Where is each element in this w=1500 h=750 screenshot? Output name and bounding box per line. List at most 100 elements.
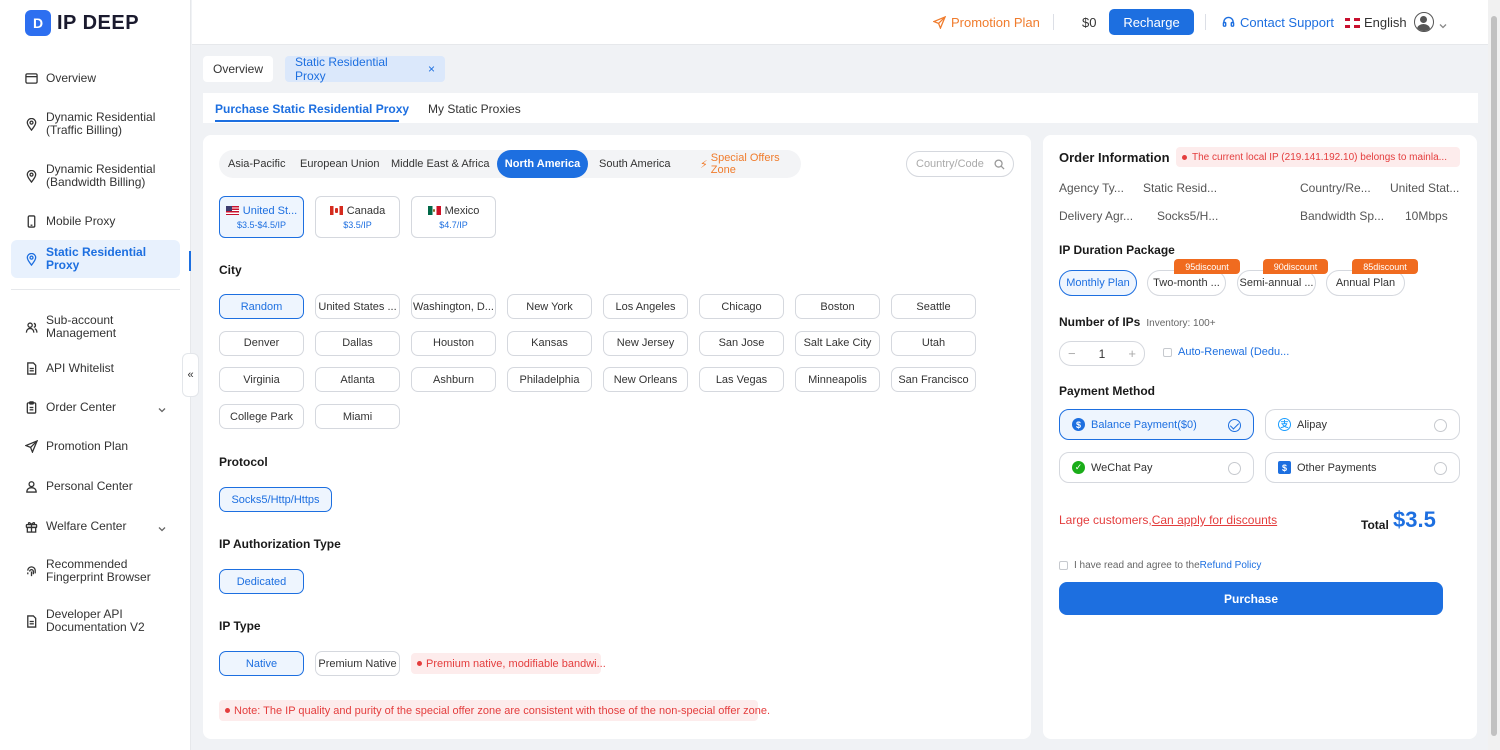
sidebar-item-fingerprint-browser[interactable]: Recommended Fingerprint Browser bbox=[11, 546, 180, 596]
city-option[interactable]: Utah bbox=[891, 330, 976, 356]
city-option[interactable]: Seattle bbox=[891, 294, 976, 319]
radio-icon[interactable] bbox=[1434, 462, 1447, 475]
sidebar-item-dynamic-bandwidth[interactable]: Dynamic Residential (Bandwidth Billing) bbox=[11, 150, 180, 202]
logo[interactable]: D IP DEEP bbox=[25, 10, 139, 36]
purchase-button[interactable]: Purchase bbox=[1059, 582, 1443, 615]
increment-button[interactable]: + bbox=[1128, 346, 1136, 361]
uk-flag-icon bbox=[1345, 17, 1360, 28]
order-info-panel: Order Information The current local IP (… bbox=[1043, 135, 1477, 739]
city-option[interactable]: San Jose bbox=[699, 330, 784, 356]
tab-static-residential-proxy[interactable]: Static Residential Proxy × bbox=[285, 55, 445, 83]
quantity-value[interactable]: 1 bbox=[1099, 347, 1106, 361]
payment-label: Other Payments bbox=[1297, 461, 1377, 474]
agreement-checkbox[interactable]: I have read and agree to theRefund Polic… bbox=[1059, 560, 1261, 571]
collapse-sidebar-button[interactable]: « bbox=[182, 353, 199, 397]
country-card-mexico[interactable]: Mexico $4.7/IP bbox=[411, 196, 496, 238]
quantity-stepper[interactable]: − 1 + bbox=[1059, 341, 1145, 366]
region-european-union[interactable]: European Union bbox=[300, 150, 380, 178]
city-option[interactable]: New Orleans bbox=[603, 367, 688, 393]
payment-wechat[interactable]: ✓ WeChat Pay bbox=[1059, 452, 1254, 483]
sidebar-item-order-center[interactable]: Order Center bbox=[11, 387, 180, 427]
avatar[interactable] bbox=[1414, 12, 1434, 32]
city-option[interactable]: Denver bbox=[219, 330, 304, 356]
sidebar-item-promotion-plan[interactable]: Promotion Plan bbox=[11, 427, 180, 466]
sidebar-item-personal-center[interactable]: Personal Center bbox=[11, 466, 180, 506]
region-special-offers[interactable]: ⚡ Special Offers Zone bbox=[700, 150, 801, 178]
city-option[interactable]: Ashburn bbox=[411, 367, 496, 393]
city-option[interactable]: Virginia bbox=[219, 367, 304, 393]
region-middle-east-africa[interactable]: Middle East & Africa bbox=[391, 150, 489, 178]
city-option[interactable]: San Francisco bbox=[891, 367, 976, 393]
sidebar-item-overview[interactable]: Overview bbox=[11, 58, 180, 98]
region-north-america[interactable]: North America bbox=[497, 150, 588, 178]
tab-overview[interactable]: Overview bbox=[203, 56, 273, 82]
payment-label: Balance Payment($0) bbox=[1091, 418, 1197, 431]
checkbox-icon[interactable] bbox=[1163, 347, 1172, 357]
country-card-united-states[interactable]: United St... $3.5-$4.5/IP bbox=[219, 196, 304, 238]
ip-type-premium-native[interactable]: Premium Native bbox=[315, 651, 400, 676]
city-option[interactable]: Salt Lake City bbox=[795, 330, 880, 356]
city-option[interactable]: Random bbox=[219, 294, 304, 319]
city-option[interactable]: Las Vegas bbox=[699, 367, 784, 393]
region-south-america[interactable]: South America bbox=[599, 150, 671, 178]
region-tabs: Asia-Pacific European Union Middle East … bbox=[219, 150, 801, 178]
scrollbar[interactable] bbox=[1488, 0, 1500, 750]
city-option[interactable]: New Jersey bbox=[603, 330, 688, 356]
sidebar-item-welfare-center[interactable]: Welfare Center bbox=[11, 506, 180, 546]
sidebar-item-label: Developer API Documentation V2 bbox=[46, 607, 145, 634]
refund-policy-link[interactable]: Refund Policy bbox=[1200, 560, 1262, 571]
city-option[interactable]: New York bbox=[507, 294, 592, 319]
city-option[interactable]: Chicago bbox=[699, 294, 784, 319]
special-offer-note: Note: The IP quality and purity of the s… bbox=[219, 700, 770, 721]
apply-discount-link[interactable]: Can apply for discounts bbox=[1152, 513, 1277, 527]
country-name: United St... bbox=[225, 205, 297, 217]
sidebar-item-mobile-proxy[interactable]: Mobile Proxy bbox=[11, 202, 180, 240]
promotion-plan-link[interactable]: Promotion Plan bbox=[933, 0, 1040, 45]
decrement-button[interactable]: − bbox=[1068, 346, 1076, 361]
city-option[interactable]: Kansas bbox=[507, 330, 592, 356]
city-option[interactable]: Dallas bbox=[315, 330, 400, 356]
payment-other[interactable]: $ Other Payments bbox=[1265, 452, 1460, 483]
radio-icon[interactable] bbox=[1228, 462, 1241, 475]
sidebar-item-dynamic-traffic[interactable]: Dynamic Residential (Traffic Billing) bbox=[11, 98, 180, 150]
region-asia-pacific[interactable]: Asia-Pacific bbox=[228, 150, 285, 178]
city-option[interactable]: United States ... bbox=[315, 294, 400, 319]
auth-type-option[interactable]: Dedicated bbox=[219, 569, 304, 594]
warning-text: The current local IP (219.141.192.10) be… bbox=[1192, 151, 1447, 163]
sidebar-item-static-residential[interactable]: Static Residential Proxy bbox=[11, 240, 180, 278]
tab-purchase-static[interactable]: Purchase Static Residential Proxy bbox=[215, 102, 409, 116]
city-option[interactable]: Atlanta bbox=[315, 367, 400, 393]
radio-icon[interactable] bbox=[1434, 419, 1447, 432]
city-option[interactable]: Boston bbox=[795, 294, 880, 319]
payment-alipay[interactable]: 支 Alipay bbox=[1265, 409, 1460, 440]
country-search-input[interactable]: Country/Code bbox=[906, 151, 1014, 177]
sidebar-item-developer-api[interactable]: Developer API Documentation V2 bbox=[11, 596, 180, 646]
chevron-down-icon[interactable] bbox=[1439, 19, 1447, 29]
payment-balance[interactable]: $ Balance Payment($0) bbox=[1059, 409, 1254, 440]
protocol-option[interactable]: Socks5/Http/Https bbox=[219, 487, 332, 512]
radio-checked-icon[interactable] bbox=[1228, 419, 1241, 432]
document-icon bbox=[25, 361, 38, 375]
checkbox-icon[interactable] bbox=[1059, 561, 1068, 570]
close-icon[interactable]: × bbox=[428, 62, 435, 76]
language-selector[interactable]: English bbox=[1345, 0, 1407, 45]
plan-monthly[interactable]: Monthly Plan bbox=[1059, 270, 1137, 296]
sidebar-item-sub-account[interactable]: Sub-account Management bbox=[11, 305, 180, 349]
tab-my-static-proxies[interactable]: My Static Proxies bbox=[428, 102, 521, 116]
city-option[interactable]: Philadelphia bbox=[507, 367, 592, 393]
sidebar-item-api-whitelist[interactable]: API Whitelist bbox=[11, 349, 180, 387]
recharge-button[interactable]: Recharge bbox=[1109, 9, 1194, 35]
city-option[interactable]: Washington, D... bbox=[411, 294, 496, 319]
city-option[interactable]: Miami bbox=[315, 404, 400, 430]
city-option[interactable]: College Park bbox=[219, 404, 304, 430]
city-option[interactable]: Minneapolis bbox=[795, 367, 880, 393]
contact-support-link[interactable]: Contact Support bbox=[1222, 0, 1334, 45]
auto-renewal-checkbox[interactable]: Auto-Renewal (Dedu... bbox=[1163, 346, 1289, 358]
agency-type-value: Static Resid... bbox=[1143, 181, 1218, 195]
ip-type-native[interactable]: Native bbox=[219, 651, 304, 676]
city-option[interactable]: Houston bbox=[411, 330, 496, 356]
city-option[interactable]: Los Angeles bbox=[603, 294, 688, 319]
country-card-canada[interactable]: Canada $3.5/IP bbox=[315, 196, 400, 238]
scrollbar-thumb[interactable] bbox=[1491, 16, 1497, 736]
